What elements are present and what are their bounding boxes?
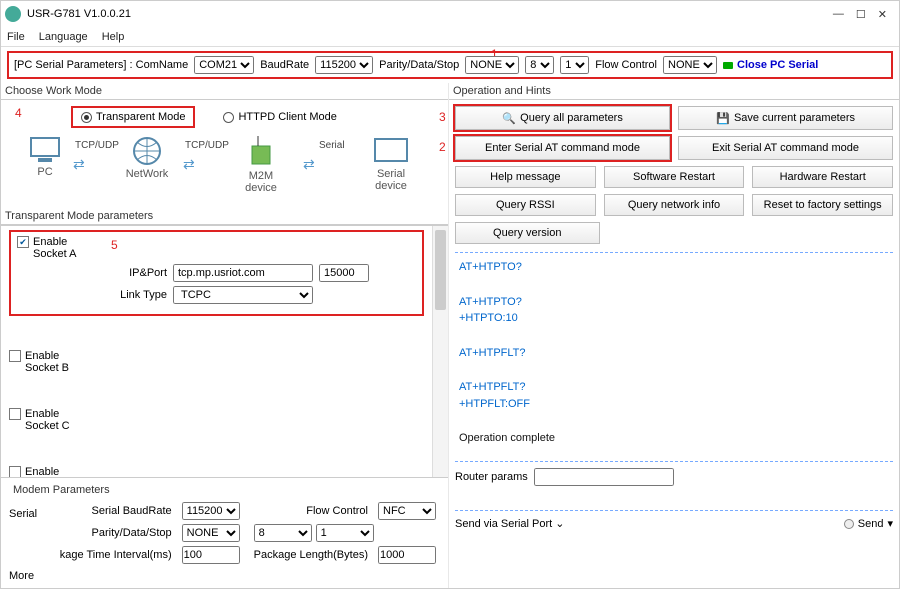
close-serial-button[interactable]: Close PC Serial xyxy=(723,59,818,71)
topology-diagram: PC NetWork M2M device Serial device TCP/… xyxy=(7,136,442,206)
modem-parity-select[interactable]: NONE xyxy=(182,524,240,542)
ip-input[interactable] xyxy=(173,264,313,282)
parity-select[interactable]: NONE xyxy=(465,56,519,74)
query-rssi-button[interactable]: Query RSSI xyxy=(455,194,596,216)
enter-at-button[interactable]: Enter Serial AT command mode xyxy=(455,136,670,160)
flowcontrol-select[interactable]: NONE xyxy=(663,56,717,74)
serial-params-bar: [PC Serial Parameters] : ComName COM21 B… xyxy=(7,51,893,79)
annotation-3: 3 xyxy=(439,110,446,124)
modem-stop-select[interactable]: 1 xyxy=(316,524,374,542)
enable-socket-c-checkbox[interactable]: Enable Socket C xyxy=(9,408,424,432)
linktype-label: Link Type xyxy=(107,289,167,301)
hw-restart-button[interactable]: Hardware Restart xyxy=(752,166,893,188)
radio-icon xyxy=(81,112,92,123)
send-via-label: Send via Serial Port xyxy=(455,518,552,530)
flow-label: Flow Control xyxy=(595,59,657,71)
arrow-icon: ⇄ xyxy=(183,156,195,173)
plug-icon xyxy=(723,62,733,69)
router-params-label: Router params xyxy=(455,471,528,483)
httpd-mode-radio[interactable]: HTTPD Client Mode xyxy=(215,108,344,126)
stopbits-select[interactable]: 1 xyxy=(560,56,589,74)
menu-language[interactable]: Language xyxy=(39,31,88,43)
router-params-input[interactable] xyxy=(534,468,674,486)
modem-flow-select[interactable]: NFC xyxy=(378,502,436,520)
menu-help[interactable]: Help xyxy=(102,31,125,43)
modem-params-group: Modem Parameters Serial Serial BaudRate … xyxy=(1,477,448,588)
query-version-button[interactable]: Query version xyxy=(455,222,600,244)
save-params-button[interactable]: 💾 Save current parameters xyxy=(678,106,893,130)
menubar: File Language Help xyxy=(1,27,899,47)
pds-label: Parity/Data/Stop xyxy=(379,59,459,71)
enable-socket-b-checkbox[interactable]: Enable Socket B xyxy=(9,350,424,374)
more-checkbox[interactable]: More xyxy=(9,570,34,582)
help-button[interactable]: Help message xyxy=(455,166,596,188)
annotation-5: 5 xyxy=(111,238,118,252)
log-output: AT+HTPTO? AT+HTPTO? +HTPTO:10 AT+HTPFLT?… xyxy=(455,252,893,462)
send-button[interactable]: Send ▾ xyxy=(844,517,893,530)
databits-select[interactable]: 8 xyxy=(525,56,554,74)
baudrate-select[interactable]: 115200 xyxy=(315,56,373,74)
sw-restart-button[interactable]: Software Restart xyxy=(604,166,745,188)
modem-data-select[interactable]: 8 xyxy=(254,524,312,542)
socket-a-group: 5 ✔ Enable Socket A IP&Port Link Type TC… xyxy=(9,230,424,316)
send-icon xyxy=(844,519,854,529)
enable-socket-a-checkbox[interactable]: ✔ Enable Socket A xyxy=(17,236,416,260)
scrollbar[interactable] xyxy=(432,226,448,477)
baudrate-label: BaudRate xyxy=(260,59,309,71)
arrow-icon: ⇄ xyxy=(303,156,353,173)
minimize-button[interactable]: — xyxy=(833,8,844,21)
modem-baud-select[interactable]: 115200 xyxy=(182,502,240,520)
query-netinfo-button[interactable]: Query network info xyxy=(604,194,745,216)
transparent-mode-radio[interactable]: Transparent Mode xyxy=(71,106,195,128)
annotation-2: 2 xyxy=(439,140,446,154)
interval-input[interactable] xyxy=(182,546,240,564)
maximize-button[interactable]: ☐ xyxy=(856,8,866,21)
chevron-down-icon[interactable]: ⌄ xyxy=(555,518,564,530)
save-icon: 💾 xyxy=(716,112,728,124)
query-all-button[interactable]: 🔍 Query all parameters xyxy=(455,106,670,130)
ipport-label: IP&Port xyxy=(107,267,167,279)
search-icon: 🔍 xyxy=(502,112,514,124)
serial-label: Serial xyxy=(9,502,50,564)
modem-header: Modem Parameters xyxy=(9,482,440,498)
port-input[interactable] xyxy=(319,264,369,282)
window-title: USR-G781 V1.0.0.21 xyxy=(27,8,833,20)
annotation-4: 4 xyxy=(15,106,22,120)
arrow-icon: ⇄ xyxy=(73,156,85,173)
workmode-header: Choose Work Mode xyxy=(1,83,448,100)
close-button[interactable]: ✕ xyxy=(878,8,887,21)
operations-header: Operation and Hints xyxy=(449,83,899,100)
menu-file[interactable]: File xyxy=(7,31,25,43)
radio-icon xyxy=(223,112,234,123)
exit-at-button[interactable]: Exit Serial AT command mode xyxy=(678,136,893,160)
reset-factory-button[interactable]: Reset to factory settings xyxy=(752,194,893,216)
linktype-select[interactable]: TCPC xyxy=(173,286,313,304)
pkglen-input[interactable] xyxy=(378,546,436,564)
enable-socket-d-checkbox[interactable]: Enable Socket D xyxy=(9,466,424,477)
titlebar: USR-G781 V1.0.0.21 — ☐ ✕ xyxy=(1,1,899,27)
app-icon xyxy=(5,6,21,22)
chevron-down-icon[interactable]: ▾ xyxy=(887,517,893,530)
tm-params-header: Transparent Mode parameters xyxy=(1,208,448,225)
serial-params-label: [PC Serial Parameters] : ComName xyxy=(14,59,188,71)
comname-select[interactable]: COM21 xyxy=(194,56,254,74)
